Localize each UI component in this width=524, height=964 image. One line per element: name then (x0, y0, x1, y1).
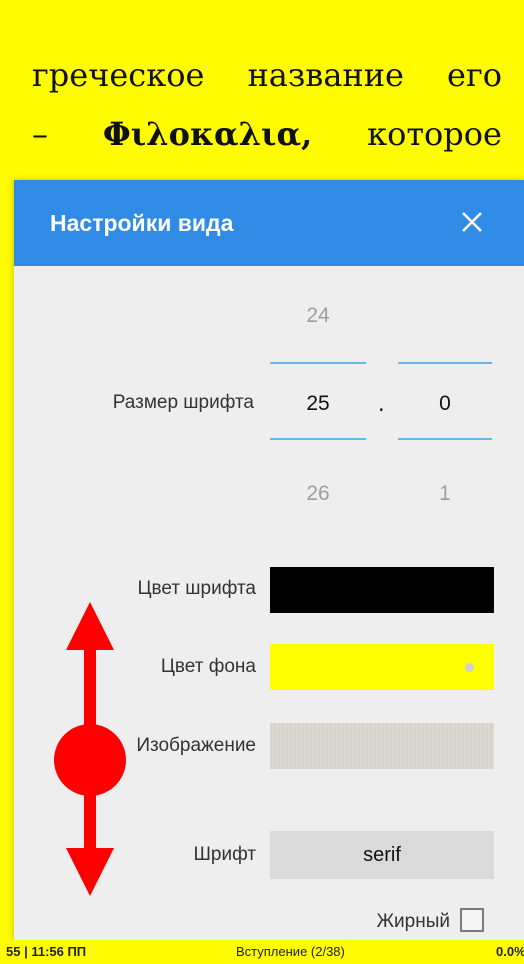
swatch-indicator-dot (465, 663, 474, 672)
reader-line-2: – Φιλοκαλια, которое (32, 115, 502, 153)
image-label: Изображение (136, 735, 256, 756)
font-select-button[interactable]: serif (270, 831, 494, 879)
font-size-int-next[interactable]: 26 (270, 482, 366, 506)
word: Φιλοκαλια, (102, 115, 313, 153)
word: его (447, 56, 502, 94)
status-time: 55 | 11:56 ПП (6, 944, 87, 959)
font-label: Шрифт (193, 844, 256, 865)
status-chapter: Вступление (2/38) (236, 944, 345, 959)
bg-color-swatch[interactable] (270, 644, 494, 690)
bg-color-label: Цвет фона (160, 656, 256, 677)
picker-divider (270, 438, 366, 440)
word: название (247, 56, 404, 94)
view-settings-dialog: Настройки вида Размер шрифта 24 25 26 . … (14, 180, 524, 940)
close-icon[interactable] (460, 210, 484, 234)
font-color-swatch[interactable] (270, 567, 494, 613)
reader-line-1: греческое название его (32, 56, 502, 94)
status-progress: 0.0% (496, 944, 524, 959)
font-size-frac-next[interactable]: 1 (398, 482, 492, 506)
word: греческое (32, 56, 205, 94)
decimal-separator: . (378, 392, 385, 416)
reader-text: греческое название его – Φιλοκαλια, кото… (0, 0, 524, 180)
status-bar: 55 | 11:56 ПП Вступление (2/38) 0.0% (0, 940, 524, 964)
picker-divider (398, 362, 492, 364)
bold-checkbox[interactable] (460, 908, 484, 932)
font-size-int-current[interactable]: 25 (270, 392, 366, 416)
word: которое (367, 115, 502, 153)
font-size-frac-current[interactable]: 0 (398, 392, 492, 416)
dialog-header: Настройки вида (14, 180, 524, 266)
word: – (32, 115, 48, 153)
font-color-label: Цвет шрифта (137, 578, 256, 599)
picker-divider (398, 438, 492, 440)
dialog-title: Настройки вида (50, 210, 234, 236)
font-size-label: Размер шрифта (112, 392, 254, 413)
bold-label: Жирный (376, 911, 451, 932)
font-size-int-prev[interactable]: 24 (270, 304, 366, 328)
image-swatch[interactable] (270, 723, 494, 769)
picker-divider (270, 362, 366, 364)
